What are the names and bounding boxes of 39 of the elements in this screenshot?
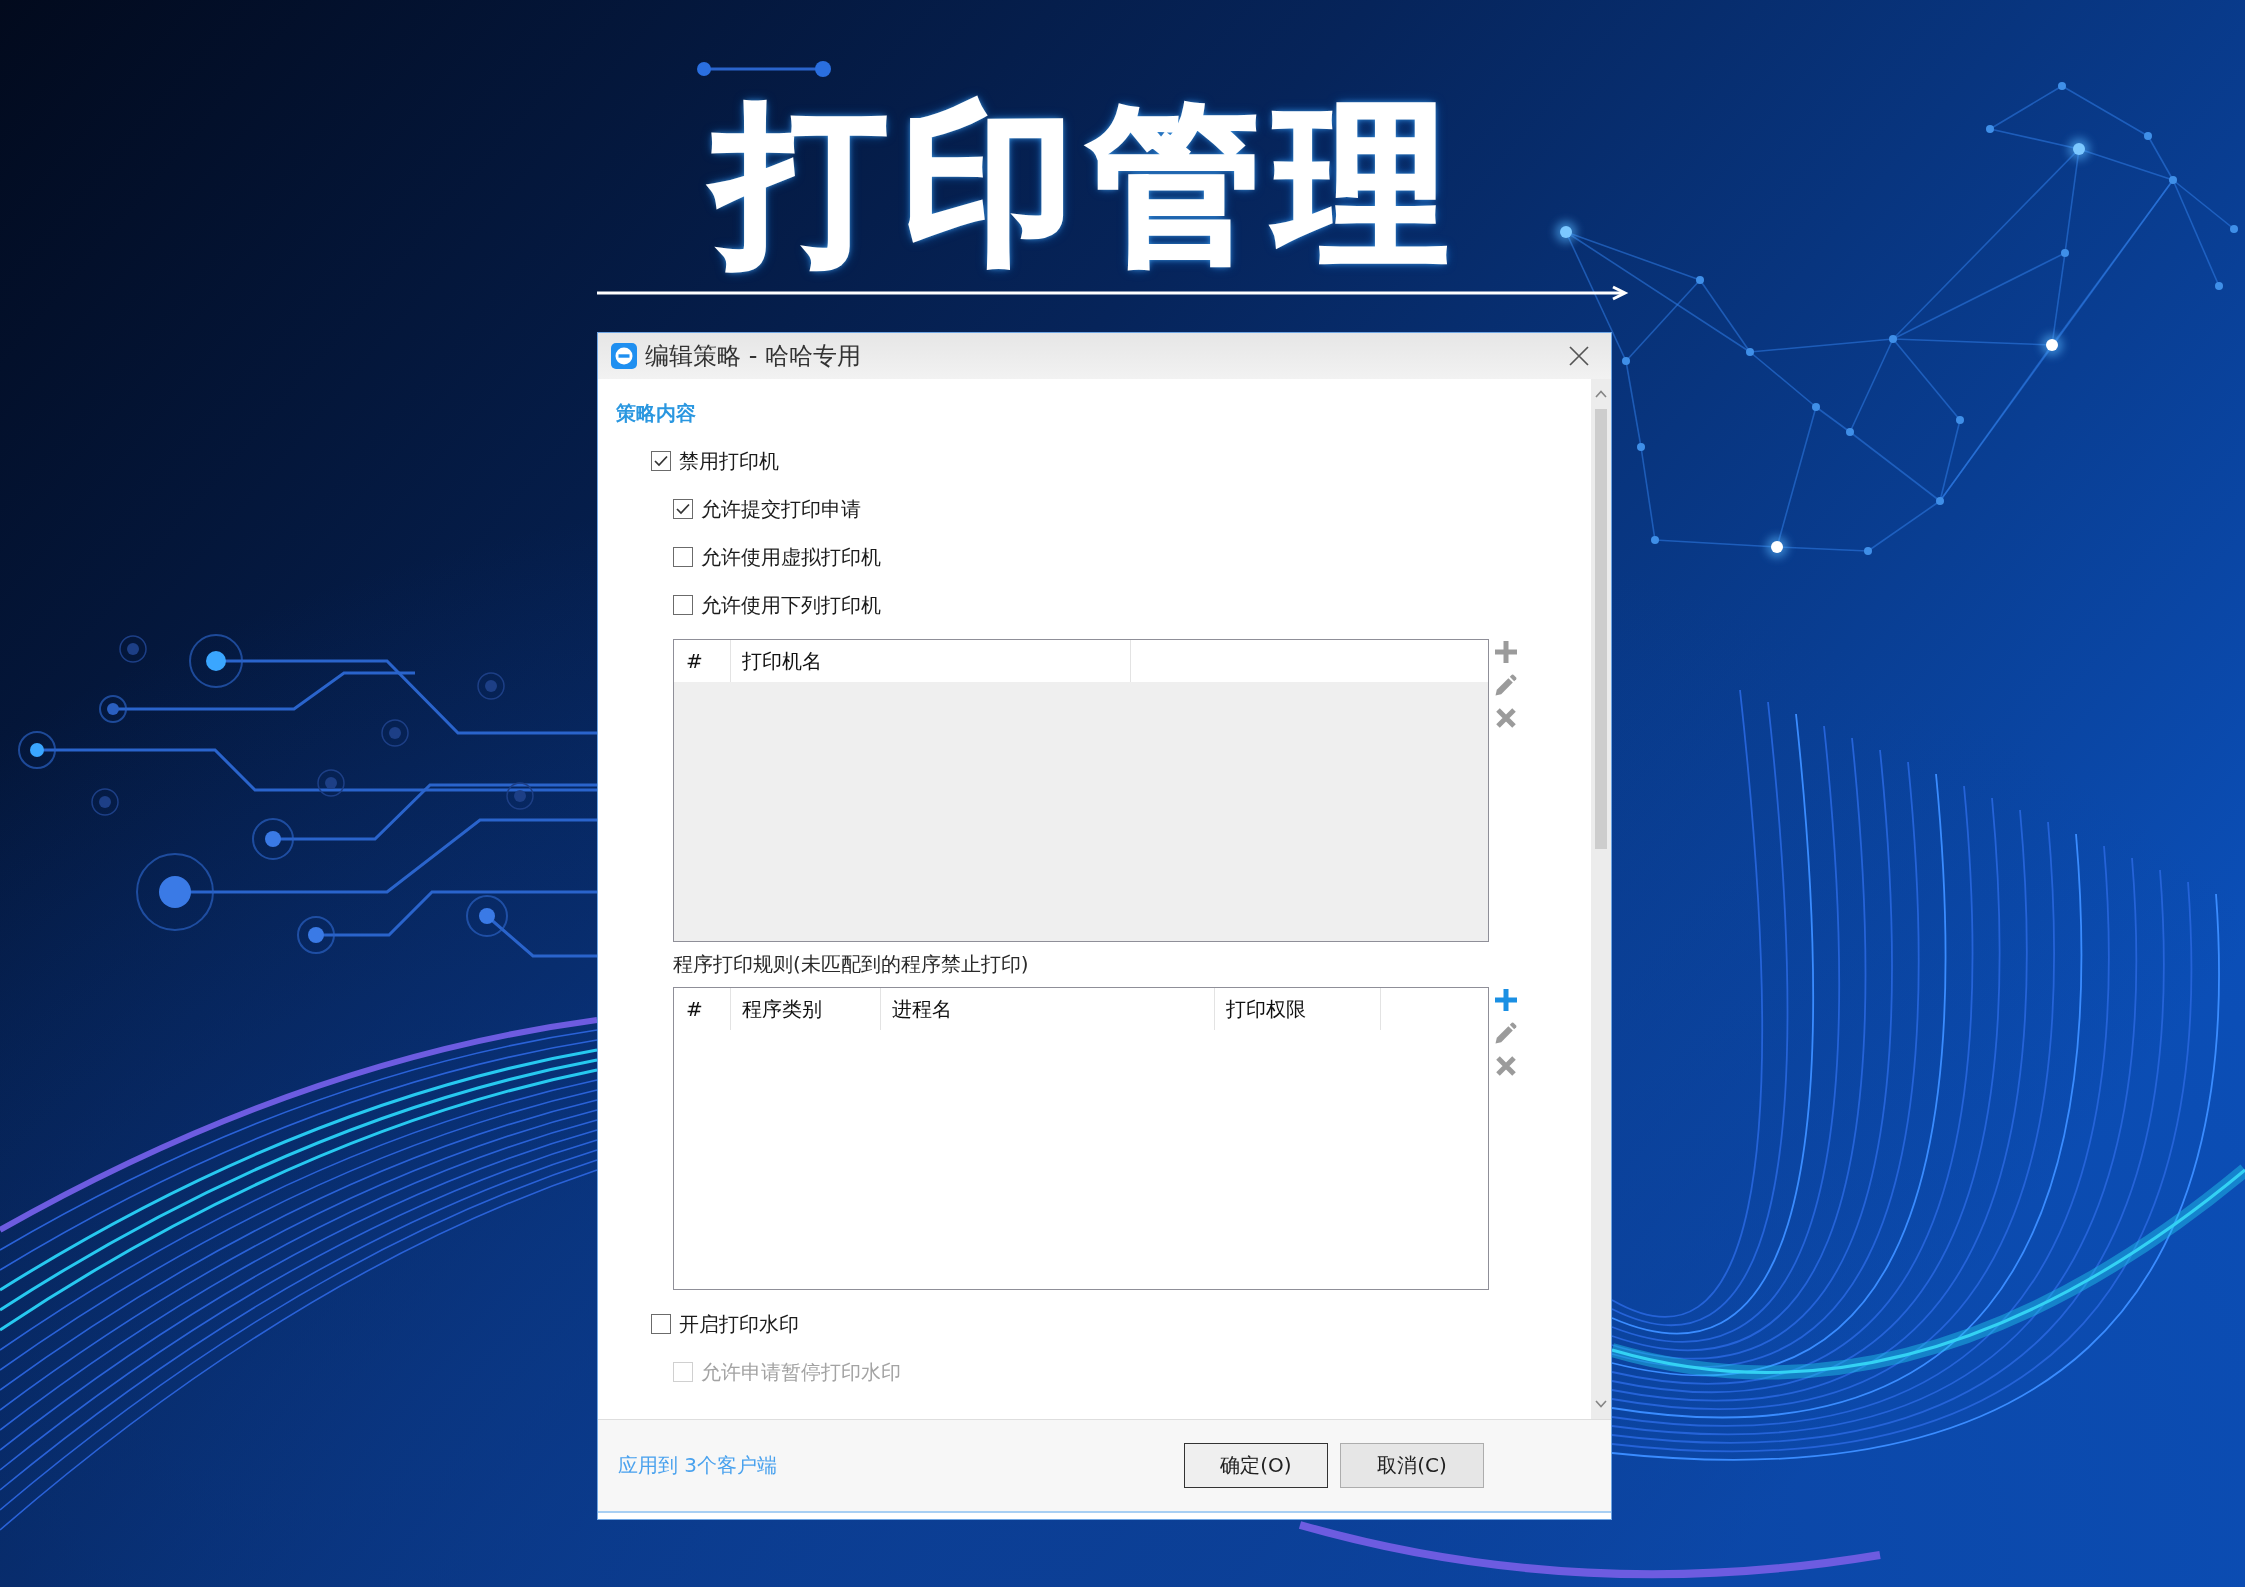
checkbox[interactable] xyxy=(651,451,671,471)
glowing-node xyxy=(1766,536,1788,558)
chevron-up-icon[interactable] xyxy=(1595,390,1607,398)
glowing-node xyxy=(2041,334,2063,356)
plus-icon[interactable] xyxy=(1495,989,1517,1011)
glowing-node xyxy=(2068,138,2090,160)
checkbox-label[interactable]: 允许使用虚拟打印机 xyxy=(701,543,881,571)
checkbox[interactable] xyxy=(651,1314,671,1334)
chevron-down-icon[interactable] xyxy=(1595,1400,1607,1408)
tick-icon xyxy=(676,503,690,515)
column-header[interactable]: 打印权限 xyxy=(1215,988,1381,1030)
window-title: 编辑策略 - 哈哈专用 xyxy=(645,341,861,372)
cancel-button[interactable]: 取消(C) xyxy=(1340,1443,1484,1488)
checkbox-label[interactable]: 允许提交打印申请 xyxy=(701,495,861,523)
banner-title: 打印管理 xyxy=(697,79,1477,287)
scrollbar-thumb[interactable] xyxy=(1595,409,1607,849)
section-title: 策略内容 xyxy=(616,400,696,427)
checkbox-label[interactable]: 开启打印水印 xyxy=(679,1310,799,1338)
close-icon[interactable] xyxy=(1569,346,1589,366)
circuit-node xyxy=(506,782,534,810)
checkbox[interactable] xyxy=(673,547,693,567)
checkbox[interactable] xyxy=(673,595,693,615)
circuit-node xyxy=(91,788,119,816)
circuit-node xyxy=(119,635,147,663)
circuit-node xyxy=(381,719,409,747)
column-header[interactable]: 进程名 xyxy=(881,988,1215,1030)
circuit-node xyxy=(477,672,505,700)
circuit-node xyxy=(317,769,345,797)
column-header[interactable]: # xyxy=(674,988,731,1030)
table-caption: 程序打印规则(未匹配到的程序禁止打印) xyxy=(673,951,1029,978)
column-header[interactable]: 程序类别 xyxy=(731,988,881,1030)
checkbox[interactable] xyxy=(673,499,693,519)
checkbox-label[interactable]: 禁用打印机 xyxy=(679,447,779,475)
logo-icon xyxy=(611,343,637,369)
scrollbar[interactable] xyxy=(1591,379,1611,1419)
tick-icon xyxy=(654,455,668,467)
checkbox-label[interactable]: 允许使用下列打印机 xyxy=(701,591,881,619)
ok-button[interactable]: 确定(O) xyxy=(1184,1443,1328,1488)
glowing-node xyxy=(1555,221,1577,243)
